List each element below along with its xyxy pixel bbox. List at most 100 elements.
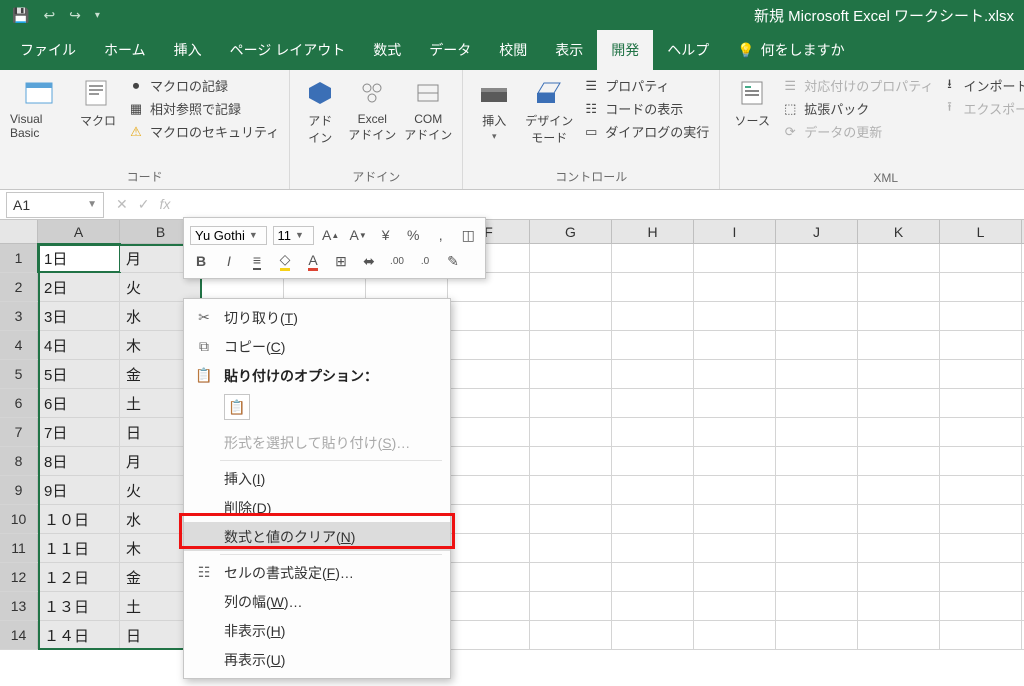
- cell[interactable]: [448, 447, 530, 475]
- design-mode-button[interactable]: デザイン モード: [523, 74, 575, 146]
- cell[interactable]: [858, 244, 940, 272]
- cell[interactable]: [858, 505, 940, 533]
- cell[interactable]: [858, 592, 940, 620]
- cell[interactable]: 2日: [38, 273, 120, 301]
- expansion-pack-button[interactable]: ⬚拡張パック: [782, 99, 933, 118]
- menu-column-width[interactable]: 列の幅(W)…: [184, 587, 450, 616]
- cell[interactable]: [448, 592, 530, 620]
- column-header[interactable]: H: [612, 220, 694, 243]
- menu-format-cells[interactable]: ☷セルの書式設定(F)…: [184, 558, 450, 587]
- cell[interactable]: [858, 621, 940, 649]
- cell[interactable]: [858, 389, 940, 417]
- tab-data[interactable]: データ: [415, 30, 485, 70]
- row-header[interactable]: 10: [0, 505, 38, 533]
- addins-button[interactable]: アド イン: [300, 74, 340, 146]
- accounting-format-icon[interactable]: ¥: [375, 224, 397, 246]
- cell[interactable]: [940, 418, 1022, 446]
- cell[interactable]: [530, 534, 612, 562]
- cell[interactable]: [530, 360, 612, 388]
- menu-hide[interactable]: 非表示(H): [184, 616, 450, 645]
- enter-icon[interactable]: ✓: [138, 196, 150, 213]
- cell[interactable]: [448, 360, 530, 388]
- undo-icon[interactable]: ↩: [43, 7, 55, 24]
- cell[interactable]: [612, 360, 694, 388]
- column-header[interactable]: K: [858, 220, 940, 243]
- row-header[interactable]: 5: [0, 360, 38, 388]
- cell[interactable]: [940, 447, 1022, 475]
- underline-icon[interactable]: ≡: [246, 250, 268, 272]
- merge-icon[interactable]: ⬌: [358, 250, 380, 272]
- cell[interactable]: [776, 447, 858, 475]
- cell[interactable]: [448, 563, 530, 591]
- source-button[interactable]: ソース: [730, 74, 774, 129]
- cell[interactable]: [612, 389, 694, 417]
- tab-help[interactable]: ヘルプ: [653, 30, 723, 70]
- menu-clear-contents[interactable]: 数式と値のクリア(N): [184, 522, 450, 551]
- row-header[interactable]: 12: [0, 563, 38, 591]
- cell[interactable]: [448, 476, 530, 504]
- font-color-icon[interactable]: A: [302, 250, 324, 272]
- cell[interactable]: [694, 244, 776, 272]
- cell[interactable]: １２日: [38, 563, 120, 591]
- cell[interactable]: [530, 447, 612, 475]
- cell[interactable]: 3日: [38, 302, 120, 330]
- cell[interactable]: [776, 273, 858, 301]
- increase-font-icon[interactable]: A▲: [320, 224, 342, 246]
- menu-delete[interactable]: 削除(D): [184, 493, 450, 522]
- format-painter-icon[interactable]: ◫: [458, 224, 480, 246]
- cell[interactable]: [940, 360, 1022, 388]
- menu-copy[interactable]: ⧉コピー(C): [184, 332, 450, 361]
- font-size-combo[interactable]: 11▼: [273, 226, 314, 245]
- paste-option-icon[interactable]: 📋: [224, 394, 250, 420]
- cell[interactable]: [776, 563, 858, 591]
- cell[interactable]: [858, 447, 940, 475]
- row-header[interactable]: 7: [0, 418, 38, 446]
- cell[interactable]: [940, 476, 1022, 504]
- column-header[interactable]: G: [530, 220, 612, 243]
- cell[interactable]: 1日: [38, 244, 120, 272]
- tab-tellme[interactable]: 💡何をしますか: [723, 30, 858, 70]
- macro-security-button[interactable]: ⚠マクロのセキュリティ: [128, 122, 279, 141]
- cell[interactable]: [858, 360, 940, 388]
- cell[interactable]: [940, 563, 1022, 591]
- cell[interactable]: [776, 331, 858, 359]
- row-header[interactable]: 8: [0, 447, 38, 475]
- mini-toolbar[interactable]: Yu Gothi▼ 11▼ A▲ A▼ ¥ % , ◫ B I ≡ ◇ A ⊞ …: [183, 217, 486, 279]
- view-code-button[interactable]: ☷コードの表示: [583, 99, 709, 118]
- cell[interactable]: １４日: [38, 621, 120, 649]
- import-button[interactable]: ⭳インポート: [941, 76, 1024, 95]
- cell[interactable]: [448, 505, 530, 533]
- cell[interactable]: [448, 621, 530, 649]
- cell[interactable]: [530, 418, 612, 446]
- cell[interactable]: １０日: [38, 505, 120, 533]
- cell[interactable]: [940, 621, 1022, 649]
- cell[interactable]: [694, 302, 776, 330]
- row-header[interactable]: 11: [0, 534, 38, 562]
- cell[interactable]: [612, 447, 694, 475]
- cell[interactable]: [776, 360, 858, 388]
- tab-home[interactable]: ホーム: [90, 30, 160, 70]
- cell[interactable]: [694, 360, 776, 388]
- cell[interactable]: [612, 505, 694, 533]
- increase-decimal-icon[interactable]: .00: [386, 250, 408, 272]
- row-header[interactable]: 9: [0, 476, 38, 504]
- cell[interactable]: [612, 273, 694, 301]
- cell[interactable]: [858, 331, 940, 359]
- cell[interactable]: [940, 273, 1022, 301]
- tab-review[interactable]: 校閲: [485, 30, 541, 70]
- column-header[interactable]: I: [694, 220, 776, 243]
- cell[interactable]: 5日: [38, 360, 120, 388]
- row-header[interactable]: 3: [0, 302, 38, 330]
- cell[interactable]: [530, 563, 612, 591]
- cell[interactable]: [448, 534, 530, 562]
- cell[interactable]: 6日: [38, 389, 120, 417]
- cell[interactable]: [776, 389, 858, 417]
- cell[interactable]: 7日: [38, 418, 120, 446]
- excel-addins-button[interactable]: Excel アドイン: [348, 74, 396, 143]
- cell[interactable]: [858, 418, 940, 446]
- cell[interactable]: [530, 505, 612, 533]
- run-dialog-button[interactable]: ▭ダイアログの実行: [583, 122, 709, 141]
- tab-developer[interactable]: 開発: [597, 30, 653, 70]
- cell[interactable]: [858, 563, 940, 591]
- cell[interactable]: [694, 331, 776, 359]
